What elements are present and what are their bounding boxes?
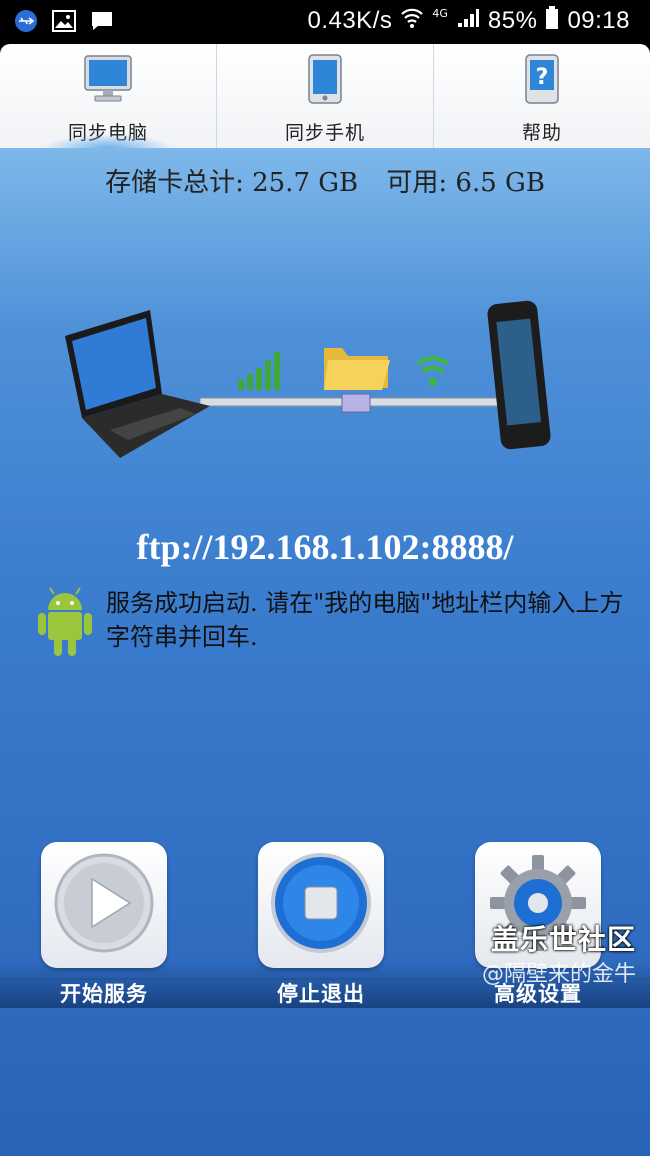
svg-text:?: ? bbox=[536, 65, 549, 90]
tab-sync-phone[interactable]: 同步手机 bbox=[216, 44, 433, 148]
tab-label: 帮助 bbox=[521, 122, 562, 144]
network-speed: 0.43K/s bbox=[307, 7, 393, 34]
stop-exit-label: 停止退出 bbox=[277, 982, 365, 1006]
tab-label: 同步电脑 bbox=[67, 122, 148, 144]
tab-help[interactable]: ? 帮助 bbox=[433, 44, 650, 148]
help-icon: ? bbox=[522, 54, 562, 108]
tab-sync-pc[interactable]: 同步电脑 bbox=[0, 44, 216, 148]
stop-exit-button[interactable] bbox=[258, 842, 384, 968]
network-type: 4G bbox=[432, 6, 448, 20]
storage-info: 存储卡总计: 25.7 GB 可用: 6.5 GB bbox=[0, 162, 650, 199]
message-icon bbox=[90, 9, 114, 33]
signal-icon bbox=[456, 7, 480, 35]
stop-icon bbox=[269, 851, 373, 959]
battery-icon bbox=[545, 6, 559, 36]
status-message: 服务成功启动. 请在"我的电脑"地址栏内输入上方字符串并回车. bbox=[34, 586, 640, 662]
start-service-button[interactable] bbox=[41, 842, 167, 968]
tab-bar: 同步电脑 同步手机 ? 帮助 bbox=[0, 44, 650, 148]
image-icon bbox=[52, 9, 76, 33]
watermark-author: @隔壁来的金牛 bbox=[481, 962, 636, 987]
wifi-icon bbox=[400, 7, 424, 35]
usb-icon bbox=[14, 9, 38, 33]
watermark-community: 盖乐世社区 bbox=[490, 923, 636, 956]
smartphone-icon bbox=[487, 300, 551, 450]
storage-total: 存储卡总计: 25.7 GB bbox=[105, 168, 359, 198]
connection-illustration bbox=[65, 300, 551, 458]
storage-available: 可用: 6.5 GB bbox=[386, 168, 545, 198]
start-service-label: 开始服务 bbox=[60, 982, 148, 1006]
android-icon bbox=[34, 586, 96, 662]
battery-level: 85% bbox=[487, 7, 538, 34]
wifi-signal-icon bbox=[416, 356, 450, 386]
signal-strength-icon bbox=[238, 352, 280, 390]
play-icon bbox=[52, 851, 156, 959]
ftp-address: ftp://192.168.1.102:8888/ bbox=[136, 527, 514, 567]
status-bar: 0.43K/s 4G 85% 09:18 bbox=[0, 0, 650, 44]
desktop-icon bbox=[83, 54, 133, 108]
status-message-text: 服务成功启动. 请在"我的电脑"地址栏内输入上方字符串并回车. bbox=[106, 589, 624, 651]
clock: 09:18 bbox=[567, 7, 630, 34]
laptop-icon bbox=[65, 310, 210, 458]
tab-label: 同步手机 bbox=[284, 122, 365, 144]
phone-icon bbox=[305, 54, 345, 108]
